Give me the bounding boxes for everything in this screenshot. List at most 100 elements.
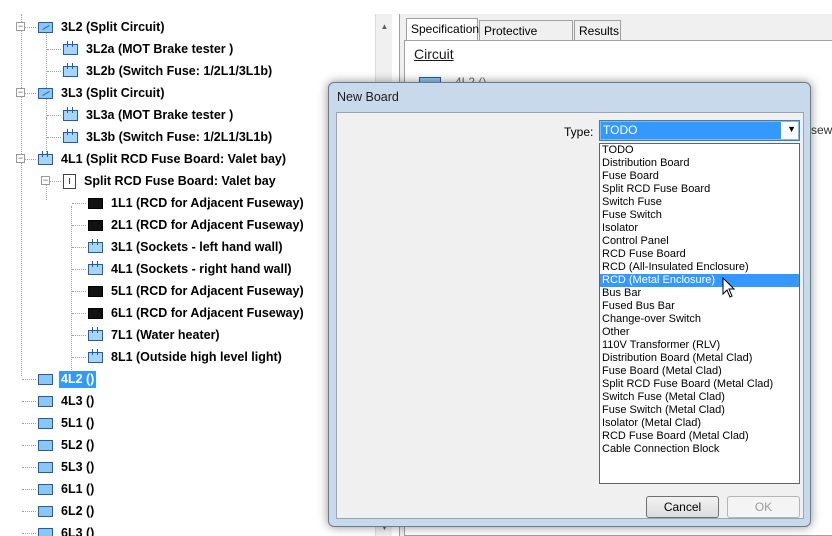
tree-item-label: 4L3 () <box>61 393 95 408</box>
tree-item[interactable]: 3L1 (Sockets - left hand wall) <box>88 236 285 258</box>
circuit-icon <box>38 373 53 385</box>
tree-item-label: 3L2 (Split Circuit) <box>61 19 165 34</box>
scroll-up-arrow-icon[interactable]: ▲ <box>376 18 393 35</box>
circuit-icon <box>38 417 53 429</box>
board-document-icon <box>63 173 76 189</box>
tree-collapse-toggle-icon[interactable]: − <box>41 176 50 185</box>
tree-guide-line <box>72 247 86 248</box>
type-option[interactable]: Switch Fuse <box>600 196 799 209</box>
tree-item[interactable]: 6L1 () <box>38 478 96 500</box>
tree-guide-line <box>47 137 61 138</box>
type-option[interactable]: Fuse Switch <box>600 209 799 222</box>
tab-results[interactable]: Results <box>574 20 621 40</box>
tree-guide-line <box>22 401 36 402</box>
tab-specification[interactable]: Specification <box>406 18 479 41</box>
circuit-heading: Circuit <box>414 46 454 62</box>
chevron-down-icon[interactable]: ▼ <box>787 124 796 134</box>
type-option[interactable]: Bus Bar <box>600 287 799 300</box>
type-option[interactable]: Isolator <box>600 222 799 235</box>
tree-item[interactable]: 5L1 (RCD for Adjacent Fuseway) <box>88 280 306 302</box>
tree-item[interactable]: 4L1 (Sockets - right hand wall) <box>88 258 294 280</box>
type-dropdown[interactable]: TODO ▼ <box>599 120 800 141</box>
switch-fuse-icon <box>63 62 78 77</box>
tree-guide-line <box>72 269 86 270</box>
tree-item[interactable]: 4L3 () <box>38 390 96 412</box>
tree-item[interactable]: 3L3b (Switch Fuse: 1/2L1/3L1b) <box>63 126 274 148</box>
type-option[interactable]: Control Panel <box>600 235 799 248</box>
tree-item-label: 6L1 (RCD for Adjacent Fuseway) <box>111 305 304 320</box>
type-option[interactable]: Fused Bus Bar <box>600 300 799 313</box>
type-option[interactable]: Other <box>600 326 799 339</box>
tree-collapse-toggle-icon[interactable]: − <box>16 154 25 163</box>
circuit-tree[interactable]: − 3L2 (Split Circuit) 3L2a (MOT Brake test… <box>0 14 375 536</box>
type-option[interactable]: TODO <box>600 144 799 157</box>
tree-guide-line <box>47 115 61 116</box>
type-option[interactable]: RCD Fuse Board <box>600 248 799 261</box>
tree-item-label: 4L1 (Split RCD Fuse Board: Valet bay) <box>61 151 287 166</box>
type-option[interactable]: Isolator (Metal Clad) <box>600 417 799 430</box>
tree-item-label: 3L2a (MOT Brake tester ) <box>86 41 234 56</box>
tree-item[interactable]: 4L1 (Split RCD Fuse Board: Valet bay) <box>38 148 288 170</box>
tree-item-label: 6L1 () <box>61 481 95 496</box>
circuit-icon <box>38 505 53 517</box>
tree-item[interactable]: 6L2 () <box>38 500 96 522</box>
cancel-button[interactable]: Cancel <box>646 496 719 518</box>
tab-protective-device[interactable]: Protective Device <box>479 20 573 52</box>
tree-item[interactable]: 4L2 () <box>38 368 97 390</box>
tree-item[interactable]: 2L1 (RCD for Adjacent Fuseway) <box>88 214 306 236</box>
tree-item[interactable]: 5L2 () <box>38 434 96 456</box>
tree-collapse-toggle-icon[interactable]: − <box>16 88 25 97</box>
tree-guide-line <box>72 225 86 226</box>
tree-guide-line <box>22 423 36 424</box>
ok-button[interactable]: OK <box>727 496 800 518</box>
tree-item[interactable]: Split RCD Fuse Board: Valet bay <box>63 170 278 192</box>
type-option[interactable]: Switch Fuse (Metal Clad) <box>600 391 799 404</box>
tree-item[interactable]: 8L1 (Outside high level light) <box>88 346 284 368</box>
tree-item-label: 4L2 () <box>59 370 97 388</box>
tree-item-label: 8L1 (Outside high level light) <box>111 349 282 364</box>
tree-item[interactable]: 7L1 (Water heater) <box>88 324 222 346</box>
tree-collapse-toggle-icon[interactable]: − <box>16 22 25 31</box>
tree-item[interactable]: 5L1 () <box>38 412 96 434</box>
tree-item[interactable]: 3L3 (Split Circuit) <box>38 82 166 104</box>
type-option[interactable]: RCD (All-Insulated Enclosure) <box>600 261 799 274</box>
tree-guide-line <box>22 533 36 534</box>
fuse-icon <box>88 260 103 275</box>
type-option[interactable]: Fuse Switch (Metal Clad) <box>600 404 799 417</box>
dialog-body: Type: TODO ▼ TODO Distribution Board Fuse … <box>336 112 804 519</box>
type-options-list[interactable]: TODO Distribution Board Fuse Board Split RC… <box>599 143 800 484</box>
tree-item[interactable]: 3L2a (MOT Brake tester ) <box>63 38 235 60</box>
tree-item[interactable]: 1L1 (RCD for Adjacent Fuseway) <box>88 192 306 214</box>
circuit-icon <box>38 439 53 451</box>
tree-item[interactable]: 6L1 (RCD for Adjacent Fuseway) <box>88 302 306 324</box>
type-option[interactable]: Fuse Board <box>600 170 799 183</box>
type-option[interactable]: Distribution Board (Metal Clad) <box>600 352 799 365</box>
tree-item[interactable]: 3L2 (Split Circuit) <box>38 16 166 38</box>
type-option[interactable]: Fuse Board (Metal Clad) <box>600 365 799 378</box>
rcd-icon <box>88 307 103 319</box>
tree-item-label: 3L3 (Split Circuit) <box>61 85 165 100</box>
tree-guide-line <box>21 14 22 376</box>
type-option[interactable]: 110V Transformer (RLV) <box>600 339 799 352</box>
circuit-icon <box>38 395 53 407</box>
tree-item[interactable]: 6L3 () <box>38 522 96 536</box>
tree-guide-line <box>72 203 86 204</box>
tree-guide-line <box>22 489 36 490</box>
type-option[interactable]: RCD Fuse Board (Metal Clad) <box>600 430 799 443</box>
type-option[interactable]: Distribution Board <box>600 157 799 170</box>
type-option[interactable]: Cable Connection Block <box>600 443 799 456</box>
truncated-text: sew <box>811 123 832 137</box>
tree-item-label: 7L1 (Water heater) <box>111 327 220 342</box>
tree-item[interactable]: 5L3 () <box>38 456 96 478</box>
fuse-icon <box>63 40 78 55</box>
type-option[interactable]: Change-over Switch <box>600 313 799 326</box>
fuse-icon <box>88 238 103 253</box>
type-option[interactable]: Split RCD Fuse Board (Metal Clad) <box>600 378 799 391</box>
type-option[interactable]: RCD (Metal Enclosure) <box>600 274 799 287</box>
mouse-pointer-icon <box>722 277 736 298</box>
tree-item[interactable]: 3L3a (MOT Brake tester ) <box>63 104 235 126</box>
type-option[interactable]: Split RCD Fuse Board <box>600 183 799 196</box>
tree-item[interactable]: 3L2b (Switch Fuse: 1/2L1/3L1b) <box>63 60 274 82</box>
tree-item-label: Split RCD Fuse Board: Valet bay <box>84 173 276 188</box>
type-selected-value: TODO <box>601 122 781 139</box>
